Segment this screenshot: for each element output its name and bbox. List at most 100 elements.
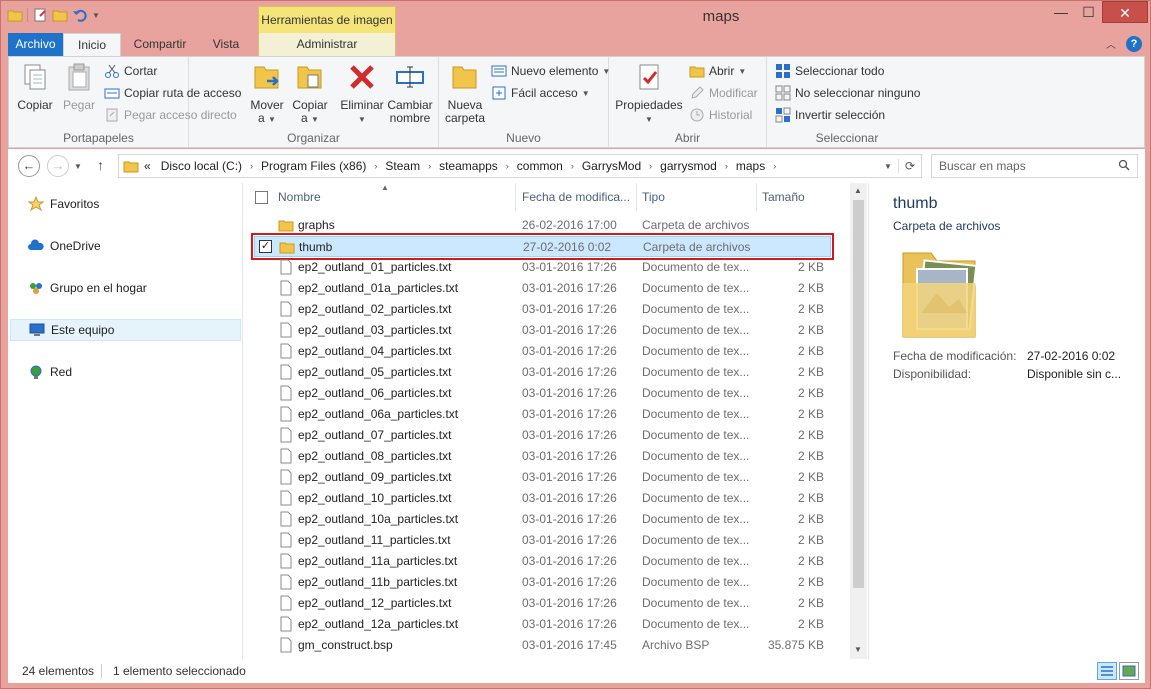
tab-inicio[interactable]: Inicio — [63, 33, 121, 56]
table-row[interactable]: ep2_outland_06_particles.txt 03-01-2016 1… — [254, 383, 831, 404]
nav-item-favoritos[interactable]: Favoritos — [10, 193, 241, 215]
tab-administrar[interactable]: Administrar — [258, 33, 396, 56]
breadcrumb-item[interactable]: Disco local (C:) — [156, 159, 247, 173]
select-all-button[interactable]: Seleccionar todo — [775, 61, 884, 81]
table-row[interactable]: ep2_outland_10_particles.txt 03-01-2016 1… — [254, 488, 831, 509]
refresh-icon[interactable]: ⟳ — [897, 159, 921, 173]
tab-vista[interactable]: Vista — [201, 33, 251, 56]
scroll-up-arrow[interactable]: ▲ — [854, 186, 862, 195]
tab-archivo[interactable]: Archivo — [8, 33, 63, 56]
chevron-right-icon[interactable]: › — [568, 161, 577, 171]
back-button[interactable]: ← — [18, 155, 40, 177]
chevron-right-icon[interactable]: › — [503, 161, 512, 171]
invert-selection-button[interactable]: Invertir selección — [775, 105, 885, 125]
new-item-button[interactable]: Nuevo elemento ▼ — [491, 61, 610, 81]
maximize-button[interactable]: ☐ — [1075, 1, 1102, 23]
help-icon[interactable]: ? — [1126, 36, 1142, 52]
nav-item-este-equipo[interactable]: Este equipo — [10, 319, 241, 341]
breadcrumb-item[interactable]: Steam — [380, 159, 425, 173]
table-row[interactable]: ep2_outland_03_particles.txt 03-01-2016 1… — [254, 320, 831, 341]
column-name[interactable]: Nombre — [278, 190, 321, 204]
select-none-button[interactable]: No seleccionar ninguno — [775, 83, 920, 103]
breadcrumb-overflow[interactable]: « — [139, 159, 156, 173]
breadcrumb-item[interactable]: steamapps — [434, 159, 503, 173]
vertical-scrollbar[interactable]: ▲ ▼ — [850, 183, 867, 659]
table-row[interactable]: ✓ thumb 27-02-2016 0:02 Carpeta de archivos — [251, 233, 834, 260]
address-dropdown-arrow[interactable]: ▼ — [878, 162, 898, 171]
paste-button[interactable]: Pegar — [59, 61, 99, 112]
table-row[interactable]: ep2_outland_10a_particles.txt 03-01-2016 … — [254, 509, 831, 530]
open-button[interactable]: Abrir ▼ — [689, 61, 746, 81]
new-folder-icon[interactable] — [52, 7, 68, 23]
table-row[interactable]: ep2_outland_04_particles.txt 03-01-2016 1… — [254, 341, 831, 362]
easy-access-button[interactable]: Fácil acceso ▼ — [491, 83, 590, 103]
select-all-checkbox[interactable] — [255, 191, 268, 204]
undo-icon[interactable] — [72, 7, 88, 23]
properties-button[interactable]: Propiedades ▼ — [615, 61, 683, 126]
properties-icon[interactable] — [32, 7, 48, 23]
table-row[interactable]: graphs 26-02-2016 17:00 Carpeta de archivo… — [254, 215, 831, 236]
file-date: 03-01-2016 17:26 — [522, 533, 617, 547]
table-row[interactable]: gm_construct.bsp 03-01-2016 17:45 Archivo … — [254, 635, 831, 656]
table-row[interactable]: ep2_outland_01_particles.txt 03-01-2016 1… — [254, 257, 831, 278]
qat-customize-arrow[interactable]: ▼ — [92, 11, 100, 20]
table-row[interactable]: ep2_outland_12_particles.txt 03-01-2016 1… — [254, 593, 831, 614]
row-checkbox[interactable]: ✓ — [259, 240, 272, 253]
edit-button[interactable]: Modificar — [689, 83, 758, 103]
rename-button[interactable]: Cambiar nombre — [387, 61, 433, 125]
nav-item-red[interactable]: Red — [10, 361, 241, 383]
minimize-button[interactable]: — — [1047, 1, 1075, 23]
table-row[interactable]: ep2_outland_11_particles.txt 03-01-2016 1… — [254, 530, 831, 551]
nav-item-homegroup[interactable]: Grupo en el hogar — [10, 277, 241, 299]
table-row[interactable]: ep2_outland_05_particles.txt 03-01-2016 1… — [254, 362, 831, 383]
table-row[interactable]: ep2_outland_02_particles.txt 03-01-2016 1… — [254, 299, 831, 320]
table-row[interactable]: ep2_outland_12a_particles.txt 03-01-2016 … — [254, 614, 831, 635]
history-button[interactable]: Historial — [689, 105, 752, 125]
scroll-down-arrow[interactable]: ▼ — [854, 645, 862, 654]
close-button[interactable]: ✕ — [1102, 1, 1148, 23]
file-size: 2 KB — [797, 302, 824, 316]
delete-button[interactable]: Eliminar ▼ — [339, 61, 385, 126]
copy-button[interactable]: Copiar — [15, 61, 55, 112]
table-row[interactable]: ep2_outland_07_particles.txt 03-01-2016 1… — [254, 425, 831, 446]
large-icons-view-button[interactable] — [1119, 662, 1139, 680]
scrollbar-thumb[interactable] — [853, 200, 864, 588]
tab-compartir[interactable]: Compartir — [123, 33, 197, 56]
column-type[interactable]: Tipo — [642, 190, 665, 204]
address-bar[interactable]: « Disco local (C:) › Program Files (x86) ›… — [118, 154, 922, 178]
new-folder-button[interactable]: Nueva carpeta — [443, 61, 487, 125]
chevron-right-icon[interactable]: › — [722, 161, 731, 171]
cut-button[interactable]: Cortar — [104, 61, 157, 81]
move-to-button[interactable]: Mover a ▼ — [247, 61, 287, 126]
chevron-right-icon[interactable]: › — [425, 161, 434, 171]
table-row[interactable]: ep2_outland_11b_particles.txt 03-01-2016 … — [254, 572, 831, 593]
chevron-right-icon[interactable]: › — [371, 161, 380, 171]
breadcrumb-item[interactable]: GarrysMod — [577, 159, 646, 173]
select-all-label: Seleccionar todo — [795, 64, 885, 78]
up-arrow-icon[interactable]: ↑ — [97, 157, 104, 173]
recent-locations-arrow[interactable]: ▼ — [74, 162, 82, 171]
folder-icon[interactable] — [7, 7, 23, 23]
chevron-up-icon[interactable]: ︿ — [1106, 36, 1116, 51]
table-row[interactable]: ep2_outland_11a_particles.txt 03-01-2016 … — [254, 551, 831, 572]
breadcrumb-item[interactable]: common — [512, 159, 568, 173]
copy-to-button[interactable]: Copiar a ▼ — [290, 61, 330, 126]
forward-button[interactable]: → — [47, 155, 69, 177]
search-input[interactable]: Buscar en maps — [931, 154, 1138, 178]
table-row[interactable]: ep2_outland_09_particles.txt 03-01-2016 1… — [254, 467, 831, 488]
new-item-label: Nuevo elemento — [511, 64, 599, 78]
table-row[interactable]: ep2_outland_08_particles.txt 03-01-2016 1… — [254, 446, 831, 467]
breadcrumb-item[interactable]: Program Files (x86) — [256, 159, 371, 173]
column-date[interactable]: Fecha de modifica... — [522, 190, 630, 204]
column-size[interactable]: Tamaño — [762, 190, 805, 204]
table-row[interactable]: ep2_outland_01a_particles.txt 03-01-2016 … — [254, 278, 831, 299]
breadcrumb-item[interactable]: garrysmod — [655, 159, 722, 173]
chevron-right-icon[interactable]: › — [646, 161, 655, 171]
nav-item-onedrive[interactable]: OneDrive — [10, 235, 241, 257]
details-view-button[interactable] — [1097, 662, 1117, 680]
search-icon[interactable] — [1118, 159, 1130, 171]
breadcrumb-item[interactable]: maps — [731, 159, 770, 173]
table-row[interactable]: ep2_outland_06a_particles.txt 03-01-2016 … — [254, 404, 831, 425]
chevron-right-icon[interactable]: › — [247, 161, 256, 171]
chevron-right-icon[interactable]: › — [770, 161, 779, 171]
